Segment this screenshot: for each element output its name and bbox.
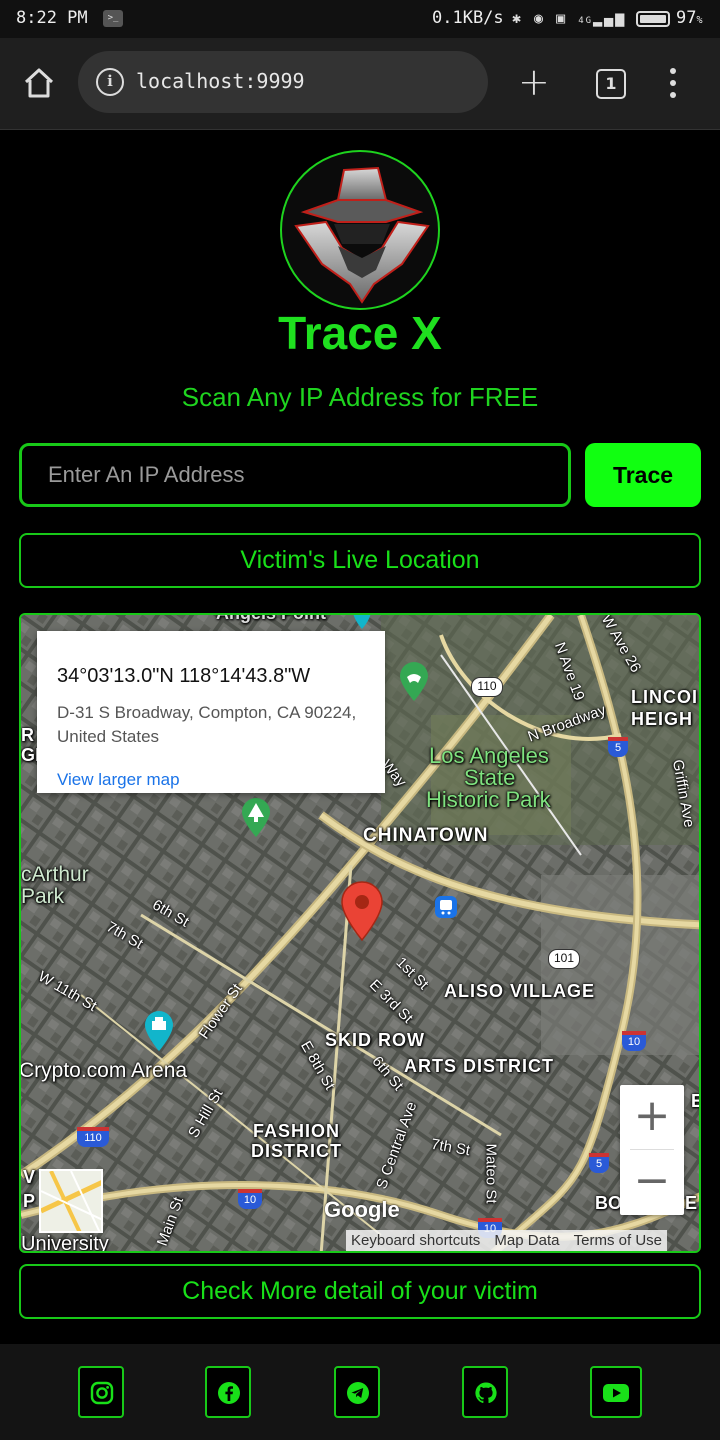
terms-of-use-link[interactable]: Terms of Use — [569, 1232, 667, 1249]
transit-station-icon[interactable] — [434, 895, 458, 919]
map-type-toggle[interactable] — [39, 1169, 103, 1233]
highway-shield: 110 — [77, 1127, 109, 1147]
instagram-link[interactable] — [78, 1366, 124, 1418]
map-label-angels-point: Angels Point — [216, 613, 327, 623]
map-label-chinatown: CHINATOWN — [363, 825, 489, 846]
status-time: 8:22 PM — [16, 8, 88, 28]
place-address: D-31 S Broadway, Compton, CA 90224, Unit… — [57, 703, 357, 746]
trace-button[interactable]: Trace — [585, 443, 701, 507]
youtube-link[interactable] — [590, 1366, 642, 1418]
map-edge-letter: V — [23, 1167, 36, 1187]
map-edge-letter: P — [23, 1191, 36, 1211]
map-label-crypto-arena: Crypto.com Arena — [19, 1059, 188, 1082]
location-marker-icon[interactable] — [339, 880, 385, 942]
map-label-lincoln-heights-1: LINCOI — [631, 687, 698, 707]
live-location-button[interactable]: Victim's Live Location — [19, 533, 701, 588]
highway-shield: 10 — [238, 1189, 262, 1209]
map-attribution: Keyboard shortcuts Map Data Terms of Use — [346, 1230, 667, 1251]
map-label-fashion-district-2: DISTRICT — [251, 1141, 342, 1161]
map-edge-letter: R — [21, 725, 34, 745]
place-coordinates: 34°03'13.0"N 118°14'43.8"W — [57, 665, 311, 687]
map-edge-letter: BO — [595, 1193, 622, 1213]
arena-pin-icon[interactable] — [143, 1009, 175, 1053]
address-bar[interactable]: i localhost:9999 — [78, 51, 488, 113]
zoom-out-button[interactable]: − — [620, 1150, 684, 1214]
zoom-controls: + − — [620, 1085, 684, 1215]
park-pin-icon[interactable] — [398, 661, 430, 703]
keyboard-shortcuts-link[interactable]: Keyboard shortcuts — [346, 1232, 485, 1249]
map-label-fashion-district-1: FASHION — [253, 1121, 341, 1141]
map-pin-partial-icon — [353, 615, 371, 629]
battery-icon — [636, 11, 670, 27]
home-icon[interactable] — [22, 66, 56, 100]
map-label-skid-row: SKID ROW — [325, 1030, 425, 1050]
info-icon[interactable]: i — [96, 68, 124, 96]
map-label-aliso-village: ALISO VILLAGE — [444, 981, 596, 1001]
map-embed[interactable]: Angels Point CHINATOWN Los Angeles State… — [19, 613, 701, 1253]
map-label-arts-district: ARTS DISTRICT — [404, 1056, 554, 1076]
map-edge-letter: E — [685, 1193, 698, 1213]
more-detail-button[interactable]: Check More detail of your victim — [19, 1264, 701, 1319]
github-icon — [475, 1382, 497, 1404]
new-tab-icon[interactable]: + — [518, 60, 550, 104]
park-pin-icon[interactable] — [240, 797, 272, 839]
network-speed: 0.1KB/s — [432, 8, 504, 28]
app-logo — [280, 150, 440, 310]
map-label-la-state-park-3: Historic Park — [426, 787, 551, 812]
app-subtitle: Scan Any IP Address for FREE — [181, 382, 539, 412]
map-label-macarthur-1: cArthur — [21, 863, 89, 886]
app-title: Trace X — [278, 307, 442, 359]
network-type: 4G — [578, 16, 594, 26]
google-logo: Google — [324, 1197, 400, 1222]
instagram-icon — [90, 1381, 114, 1405]
highway-shield: 10 — [622, 1031, 646, 1051]
footer — [0, 1344, 720, 1440]
more-menu-icon[interactable] — [670, 68, 680, 98]
map-edge-letter: E — [691, 1091, 699, 1112]
url-text: localhost:9999 — [136, 69, 305, 93]
highway-shield: 101 — [548, 949, 580, 969]
highway-shield: 110 — [471, 677, 503, 697]
ip-address-input[interactable] — [19, 443, 571, 507]
terminal-notification-icon: >_ — [103, 10, 123, 27]
youtube-icon — [603, 1384, 629, 1402]
tab-switcher-button[interactable]: 1 — [596, 69, 626, 99]
github-link[interactable] — [462, 1366, 508, 1418]
battery-percent: 97% — [676, 8, 703, 28]
highway-shield: 5 — [608, 737, 628, 757]
place-info-card: 34°03'13.0"N 118°14'43.8"W D-31 S Broadw… — [37, 631, 385, 793]
map-label-university: University — [21, 1233, 109, 1253]
map-label-macarthur-2: Park — [21, 885, 65, 908]
street-label: Mateo St — [482, 1143, 500, 1204]
map-data-link[interactable]: Map Data — [489, 1232, 564, 1249]
facebook-icon — [218, 1382, 240, 1404]
telegram-icon — [347, 1382, 369, 1404]
telegram-link[interactable] — [334, 1366, 380, 1418]
status-bar: 8:22 PM >_ 0.1KB/s ✱ ◉ ▣ 4G▂▄▆ 97% — [0, 0, 720, 38]
facebook-link[interactable] — [205, 1366, 251, 1418]
map-label-lincoln-heights-2: HEIGH — [631, 709, 694, 729]
browser-toolbar: i localhost:9999 + 1 — [0, 38, 720, 130]
zoom-in-button[interactable]: + — [620, 1085, 684, 1149]
status-icons: ✱ ◉ ▣ 4G▂▄▆ — [512, 9, 627, 27]
highway-shield: 5 — [589, 1153, 609, 1173]
view-larger-map-link[interactable]: View larger map — [57, 770, 180, 790]
